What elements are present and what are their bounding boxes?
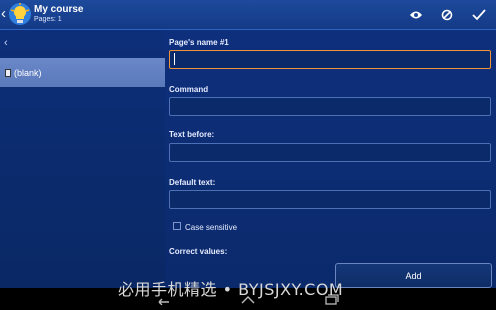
action-bar: ‹ My course Pages: 1 — [0, 0, 496, 30]
lightbulb-logo-icon[interactable] — [8, 2, 32, 26]
default-text-label: Default text: — [169, 178, 216, 187]
app-subtitle: Pages: 1 — [34, 16, 62, 23]
text-before-label: Text before: — [169, 130, 215, 139]
page-list-item-label: (blank) — [14, 67, 42, 78]
check-icon — [472, 9, 486, 21]
app-title: My course — [34, 4, 84, 15]
page-name-label: Page's name #1 — [169, 38, 229, 47]
text-cursor — [174, 53, 175, 65]
main-content: ‹ (blank) Page's name #1 Command Text be… — [0, 30, 496, 288]
back-icon[interactable]: ‹ — [1, 6, 6, 22]
default-text-input[interactable] — [169, 190, 491, 209]
cancel-button[interactable] — [436, 4, 458, 26]
correct-values-label: Correct values: — [169, 247, 228, 256]
add-button[interactable]: Add — [335, 263, 492, 288]
case-sensitive-checkbox[interactable] — [173, 222, 181, 230]
preview-button[interactable] — [405, 4, 427, 26]
case-sensitive-label: Case sensitive — [185, 223, 238, 232]
document-icon — [5, 68, 11, 77]
page-name-input[interactable] — [169, 50, 491, 69]
eye-icon — [410, 11, 422, 19]
page-editor-pane: Page's name #1 Command Text before: Defa… — [165, 30, 496, 288]
command-input[interactable] — [169, 97, 491, 116]
page-list-item[interactable]: (blank) — [0, 58, 165, 87]
block-icon — [441, 9, 453, 21]
pane-back-icon[interactable]: ‹ — [4, 37, 8, 49]
text-before-input[interactable] — [169, 143, 491, 162]
watermark-text: 必用手机精选 • BYJSJXY.COM — [118, 280, 344, 299]
pages-list-pane: ‹ (blank) — [0, 30, 165, 288]
command-label: Command — [169, 85, 209, 94]
confirm-button[interactable] — [468, 4, 490, 26]
